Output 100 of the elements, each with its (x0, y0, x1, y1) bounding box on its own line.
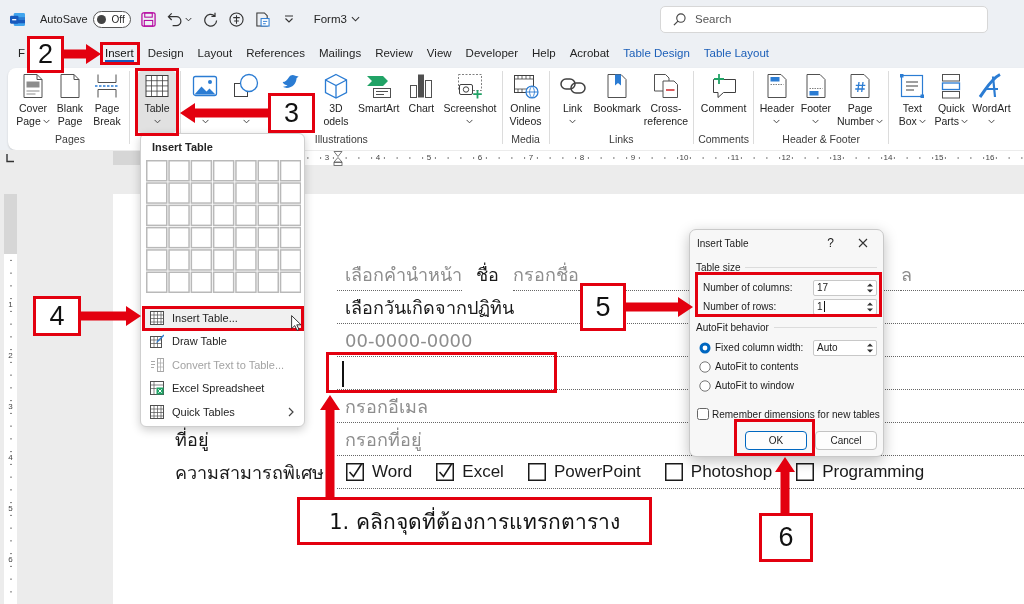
caret-icon (773, 119, 781, 124)
number-field[interactable]: 17 (813, 279, 877, 296)
ribbon-tab[interactable]: Help (532, 44, 556, 62)
checkbox-icon[interactable] (346, 463, 364, 481)
ribbon-button[interactable]: Cover Page (15, 71, 51, 133)
circled-cross-icon[interactable] (228, 11, 244, 27)
toggle-knob (96, 14, 106, 24)
ribbon-button[interactable]: Footer (796, 71, 835, 133)
ruler-number: 6 (5, 555, 16, 565)
ribbon-tab[interactable]: Acrobat (569, 44, 610, 62)
ribbon-button[interactable]: Chart (401, 71, 442, 133)
caret-icon (153, 119, 161, 124)
checkbox-label: Word (372, 462, 413, 482)
ribbon-button[interactable]: Bookmark (592, 71, 642, 133)
radio-label: AutoFit to window (715, 380, 795, 391)
caret-icon[interactable] (184, 16, 192, 22)
ribbon-tab[interactable]: Mailings (318, 44, 362, 62)
menu-item[interactable]: Excel Spreadsheet (142, 376, 303, 400)
ribbon-tab[interactable]: View (426, 44, 452, 62)
checkbox-icon[interactable] (664, 463, 683, 481)
annotation-arrow (775, 457, 795, 513)
radio-label: Fixed column width: (715, 342, 805, 353)
checkbox-label: Remember dimensions for new tables (712, 408, 880, 420)
table-pencil-icon (150, 334, 164, 349)
caret-icon (242, 119, 250, 124)
ribbon-button[interactable]: 3D odels (316, 71, 356, 133)
dropdown-icon[interactable] (283, 15, 294, 23)
ribbon-tab[interactable]: Table Layout (703, 44, 769, 62)
search-icon (673, 12, 686, 26)
chevron-right-icon (288, 406, 294, 417)
bird-icon (282, 73, 300, 91)
number-field[interactable]: Auto (813, 339, 877, 356)
checkbox-label: Programming (822, 462, 925, 482)
checkbox-icon[interactable] (796, 463, 815, 481)
form-label: ที่อยู่ (175, 426, 209, 453)
undo-icon[interactable] (166, 11, 182, 27)
autosave-toggle[interactable]: Off (92, 10, 131, 28)
ribbon-button[interactable]: Page Break (89, 71, 125, 133)
ribbon-button[interactable]: Page Number (835, 71, 885, 133)
redo-icon[interactable] (202, 11, 218, 27)
dialog-button[interactable]: Cancel (815, 431, 877, 450)
radio-label: AutoFit to contents (715, 361, 800, 372)
ribbon-button[interactable]: WordArt (971, 71, 1012, 133)
document-icon[interactable] (254, 11, 270, 27)
diagram-icon (365, 73, 392, 99)
step-number: 6 (759, 513, 813, 562)
close-icon[interactable] (858, 238, 868, 248)
ribbon-button[interactable]: Screenshot (442, 71, 498, 133)
cube-icon (323, 73, 349, 99)
form-label: ชื่อ (475, 261, 500, 287)
ribbon-button[interactable]: Comment (699, 71, 748, 133)
ribbon-button[interactable]: Cross- reference (642, 71, 690, 133)
number-field[interactable]: 1 (813, 298, 877, 315)
page-icon (20, 73, 46, 99)
menu-item[interactable]: Quick Tables (142, 400, 303, 424)
help-button[interactable]: ? (827, 236, 834, 250)
caret-icon (466, 119, 474, 124)
ribbon-tab[interactable]: Developer (465, 44, 518, 62)
group-label: Links (609, 133, 634, 145)
group-label: Header & Footer (782, 133, 860, 145)
ribbon-button[interactable]: Table (138, 71, 176, 133)
ribbon-button[interactable]: Link (553, 71, 592, 133)
ribbon-button[interactable]: Quick Parts (932, 71, 971, 133)
ribbon-button[interactable]: SmartArt (357, 71, 401, 133)
radio-button-icon[interactable] (699, 379, 711, 392)
ribbon-button[interactable]: Text Box (893, 71, 932, 133)
indent-marker-icon[interactable] (333, 151, 343, 166)
field-value[interactable]: เลือกวันเกิดจากปฏิทิน (337, 291, 514, 323)
checkbox-label: Photoshop (690, 462, 773, 482)
app-logo-icon[interactable] (10, 11, 25, 27)
tab-stop-icon[interactable] (5, 153, 15, 163)
lines-and-table-icon (150, 357, 164, 372)
ribbon-tab[interactable]: Design (147, 44, 184, 62)
ribbon-tab[interactable]: Layout (197, 44, 233, 62)
group-label: Illustrations (314, 133, 368, 145)
split-page-icon (94, 73, 120, 99)
save-icon[interactable] (140, 11, 156, 27)
document-name-button[interactable]: Form3 (313, 13, 360, 25)
dialog-button[interactable]: OK (745, 431, 807, 450)
checkbox-icon[interactable] (697, 408, 709, 420)
ruler-margin (4, 194, 17, 254)
ribbon-tab[interactable]: F (18, 44, 26, 62)
blank-page-icon (57, 73, 83, 99)
search-field[interactable]: Search (660, 5, 988, 33)
ribbon-tab[interactable]: Insert (105, 44, 134, 62)
ribbon-tab[interactable]: Review (375, 44, 413, 62)
step-number: 5 (580, 283, 626, 331)
ruler-number: 4 (5, 453, 16, 463)
ribbon-button[interactable]: Blank Page (52, 71, 88, 133)
checkbox-icon[interactable] (527, 463, 546, 481)
checkbox-icon[interactable] (436, 463, 455, 481)
menu-item[interactable]: Draw Table (142, 329, 303, 353)
ribbon-button[interactable]: Header (757, 71, 796, 133)
ribbon-tab[interactable]: References (246, 44, 305, 62)
highlight-frame (100, 42, 140, 65)
radio-button-icon[interactable] (699, 341, 711, 354)
ribbon-button[interactable]: Online Videos (506, 71, 545, 133)
radio-button-icon[interactable] (699, 360, 711, 373)
checkbox-label: Excel (462, 462, 504, 482)
ribbon-tab[interactable]: Table Design (623, 44, 690, 62)
